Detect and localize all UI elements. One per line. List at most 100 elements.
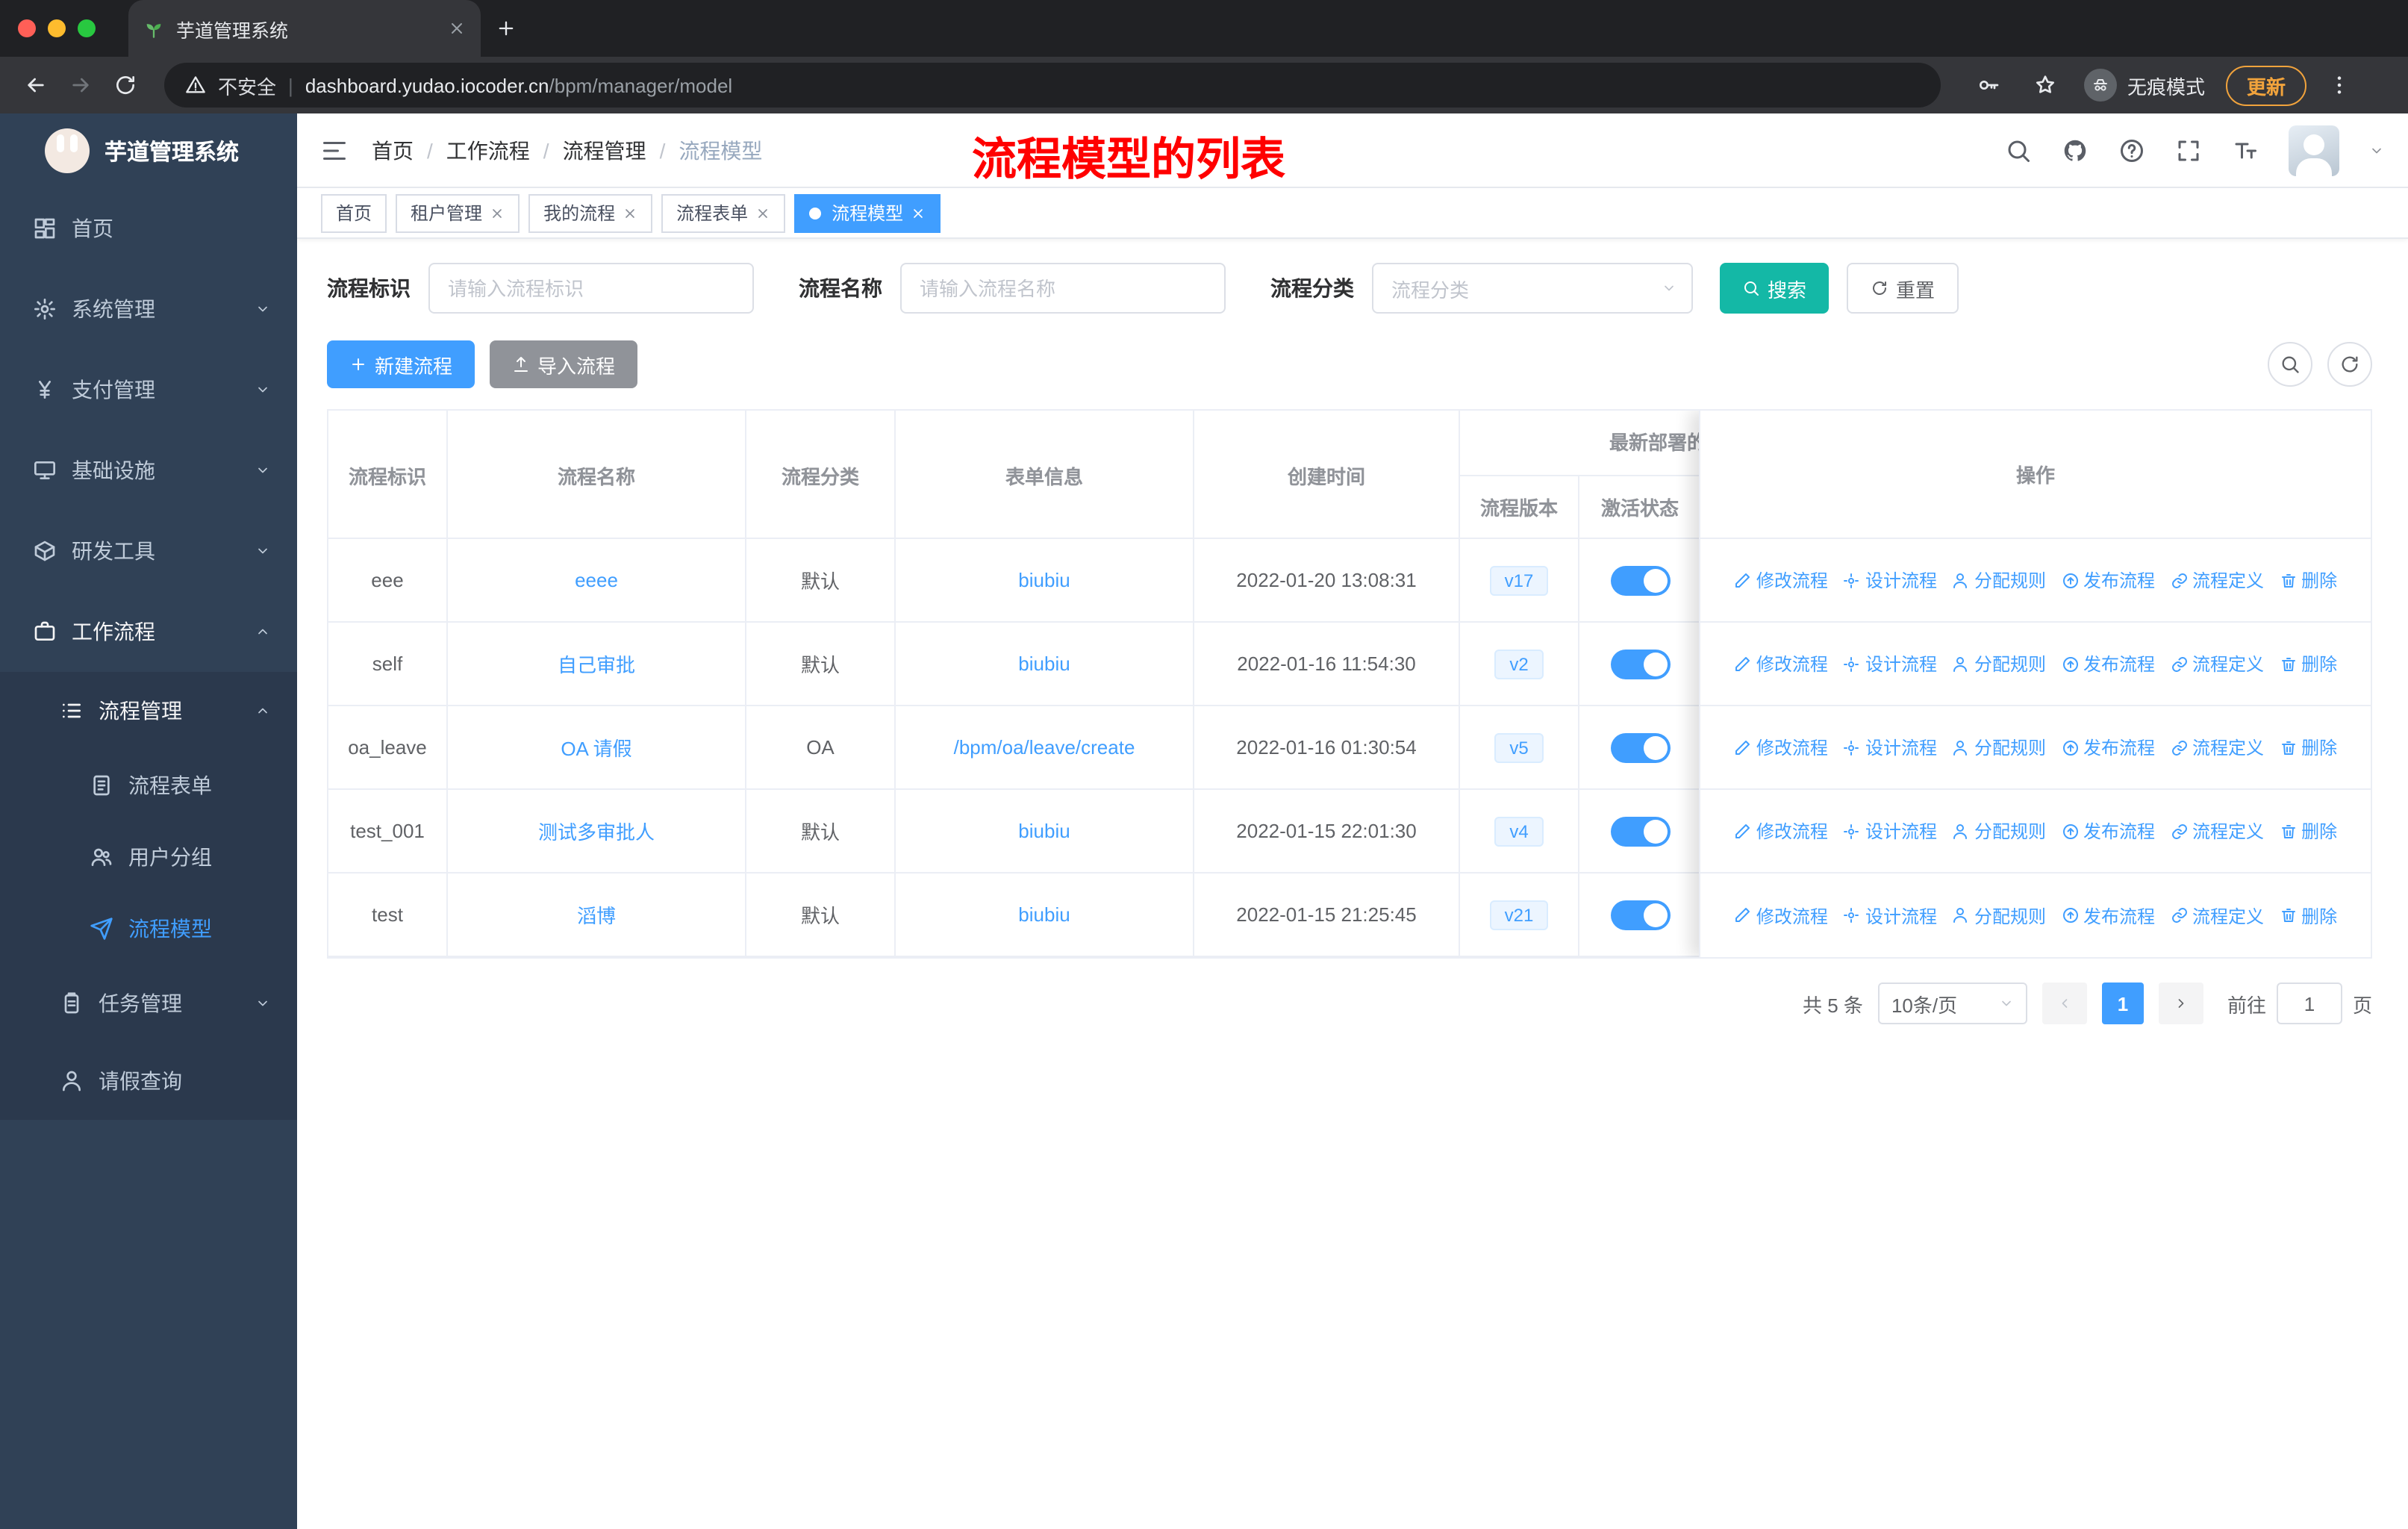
breadcrumb-item[interactable]: 首页 bbox=[372, 135, 446, 165]
action-design-process[interactable]: 设计流程 bbox=[1843, 818, 1937, 844]
breadcrumb-item[interactable]: 流程管理 bbox=[563, 135, 679, 165]
reload-button[interactable] bbox=[107, 67, 143, 103]
page-number-button[interactable]: 1 bbox=[2101, 983, 2144, 1024]
goto-page-input[interactable] bbox=[2276, 983, 2342, 1024]
action-assign-rule[interactable]: 分配规则 bbox=[1952, 735, 2046, 760]
action-process-definition[interactable]: 流程定义 bbox=[2170, 567, 2264, 593]
menu-fold-icon[interactable] bbox=[321, 137, 348, 164]
sidebar-item-process-form[interactable]: 流程表单 bbox=[0, 750, 297, 821]
close-icon[interactable] bbox=[755, 205, 770, 220]
window-close-button[interactable] bbox=[18, 19, 36, 37]
sidebar-item-workflow[interactable]: 工作流程 bbox=[0, 591, 297, 672]
active-toggle[interactable] bbox=[1610, 732, 1670, 762]
window-minimize-button[interactable] bbox=[48, 19, 66, 37]
active-toggle[interactable] bbox=[1610, 565, 1670, 595]
process-name-link[interactable]: OA 请假 bbox=[561, 733, 631, 762]
url-bar[interactable]: 不安全 | dashboard.yudao.iocoder.cn/bpm/man… bbox=[164, 63, 1941, 108]
user-avatar[interactable] bbox=[2289, 125, 2339, 175]
sidebar-item-infrastructure[interactable]: 基础设施 bbox=[0, 430, 297, 511]
tag-home[interactable]: 首页 bbox=[321, 193, 387, 232]
action-delete[interactable]: 删除 bbox=[2279, 651, 2337, 676]
sidebar-item-leave-query[interactable]: 请假查询 bbox=[0, 1042, 297, 1120]
process-name-link[interactable]: 测试多审批人 bbox=[538, 817, 655, 845]
action-publish-process[interactable]: 发布流程 bbox=[2061, 818, 2155, 844]
action-publish-process[interactable]: 发布流程 bbox=[2061, 651, 2155, 676]
sidebar-item-task-management[interactable]: 任务管理 bbox=[0, 965, 297, 1042]
version-tag[interactable]: v21 bbox=[1489, 900, 1549, 929]
browser-tab[interactable]: 芋道管理系统 bbox=[128, 0, 481, 57]
action-publish-process[interactable]: 发布流程 bbox=[2061, 567, 2155, 593]
process-id-input[interactable] bbox=[428, 263, 754, 314]
active-toggle[interactable] bbox=[1610, 649, 1670, 679]
version-tag[interactable]: v17 bbox=[1489, 565, 1549, 595]
version-tag[interactable]: v5 bbox=[1494, 732, 1544, 762]
form-info-link[interactable]: biubiu bbox=[1018, 569, 1070, 591]
action-assign-rule[interactable]: 分配规则 bbox=[1952, 651, 2046, 676]
page-size-select[interactable]: 10条/页 bbox=[1877, 983, 2027, 1024]
action-publish-process[interactable]: 发布流程 bbox=[2061, 735, 2155, 760]
process-name-link[interactable]: 自己审批 bbox=[558, 650, 635, 678]
github-icon[interactable] bbox=[2062, 137, 2089, 164]
process-category-select[interactable]: 流程分类 bbox=[1372, 263, 1693, 314]
sidebar-item-process-model[interactable]: 流程模型 bbox=[0, 893, 297, 965]
breadcrumb-item[interactable]: 工作流程 bbox=[446, 135, 563, 165]
action-process-definition[interactable]: 流程定义 bbox=[2170, 651, 2264, 676]
action-process-definition[interactable]: 流程定义 bbox=[2170, 818, 2264, 844]
password-key-icon[interactable] bbox=[1971, 67, 2006, 103]
next-page-button[interactable] bbox=[2158, 983, 2203, 1024]
font-size-icon[interactable] bbox=[2232, 137, 2259, 164]
action-delete[interactable]: 删除 bbox=[2279, 567, 2337, 593]
version-tag[interactable]: v2 bbox=[1494, 649, 1544, 679]
action-process-definition[interactable]: 流程定义 bbox=[2170, 735, 2264, 760]
process-name-link[interactable]: 滔博 bbox=[577, 900, 616, 929]
close-icon[interactable] bbox=[623, 205, 637, 220]
sidebar-item-user-group[interactable]: 用户分组 bbox=[0, 821, 297, 893]
action-design-process[interactable]: 设计流程 bbox=[1843, 651, 1937, 676]
action-modify-process[interactable]: 修改流程 bbox=[1734, 567, 1828, 593]
active-toggle[interactable] bbox=[1610, 900, 1670, 929]
browser-menu-icon[interactable] bbox=[2327, 73, 2351, 97]
action-assign-rule[interactable]: 分配规则 bbox=[1952, 818, 2046, 844]
search-button[interactable]: 搜索 bbox=[1720, 263, 1830, 314]
tag-my-process[interactable]: 我的流程 bbox=[528, 193, 653, 232]
help-icon[interactable] bbox=[2118, 137, 2145, 164]
action-delete[interactable]: 删除 bbox=[2279, 735, 2337, 760]
action-design-process[interactable]: 设计流程 bbox=[1843, 567, 1937, 593]
close-icon[interactable] bbox=[490, 205, 505, 220]
action-assign-rule[interactable]: 分配规则 bbox=[1952, 903, 2046, 928]
action-delete[interactable]: 删除 bbox=[2279, 818, 2337, 844]
action-delete[interactable]: 删除 bbox=[2279, 903, 2337, 928]
sidebar-item-home[interactable]: 首页 bbox=[0, 188, 297, 269]
sidebar-item-devtools[interactable]: 研发工具 bbox=[0, 511, 297, 591]
sidebar-item-process-management[interactable]: 流程管理 bbox=[0, 672, 297, 750]
form-info-link[interactable]: /bpm/oa/leave/create bbox=[954, 736, 1135, 759]
bookmark-star-icon[interactable] bbox=[2027, 67, 2063, 103]
close-icon[interactable] bbox=[911, 205, 926, 220]
process-name-link[interactable]: eeee bbox=[575, 569, 618, 591]
action-modify-process[interactable]: 修改流程 bbox=[1734, 651, 1828, 676]
action-process-definition[interactable]: 流程定义 bbox=[2170, 903, 2264, 928]
prev-page-button[interactable] bbox=[2042, 983, 2087, 1024]
tag-process-form[interactable]: 流程表单 bbox=[661, 193, 786, 232]
action-publish-process[interactable]: 发布流程 bbox=[2061, 903, 2155, 928]
update-button[interactable]: 更新 bbox=[2226, 65, 2307, 105]
action-modify-process[interactable]: 修改流程 bbox=[1734, 903, 1828, 928]
form-info-link[interactable]: biubiu bbox=[1018, 820, 1070, 842]
form-info-link[interactable]: biubiu bbox=[1018, 903, 1070, 926]
search-icon[interactable] bbox=[2005, 137, 2032, 164]
back-button[interactable] bbox=[18, 67, 54, 103]
action-assign-rule[interactable]: 分配规则 bbox=[1952, 567, 2046, 593]
action-modify-process[interactable]: 修改流程 bbox=[1734, 735, 1828, 760]
new-tab-button[interactable] bbox=[496, 18, 517, 39]
fullscreen-icon[interactable] bbox=[2175, 137, 2202, 164]
window-zoom-button[interactable] bbox=[78, 19, 96, 37]
action-design-process[interactable]: 设计流程 bbox=[1843, 903, 1937, 928]
sidebar-item-payment[interactable]: 支付管理 bbox=[0, 349, 297, 430]
app-logo[interactable]: 芋道管理系统 bbox=[0, 113, 297, 188]
active-toggle[interactable] bbox=[1610, 816, 1670, 846]
version-tag[interactable]: v4 bbox=[1494, 816, 1544, 846]
forward-button[interactable] bbox=[63, 67, 99, 103]
toggle-search-button[interactable] bbox=[2268, 342, 2312, 387]
reset-button[interactable]: 重置 bbox=[1847, 263, 1959, 314]
create-process-button[interactable]: 新建流程 bbox=[327, 340, 475, 388]
